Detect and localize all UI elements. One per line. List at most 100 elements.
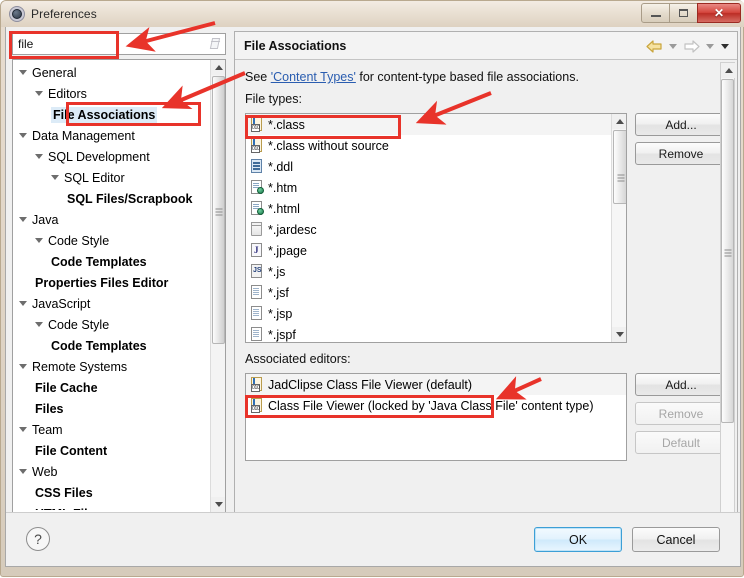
- associated-editor-row[interactable]: Class File Viewer (locked by 'Java Class…: [246, 395, 626, 416]
- class-file-icon: [250, 117, 264, 132]
- tree-item-code-templates[interactable]: Code Templates: [13, 335, 211, 356]
- preferences-tree[interactable]: General Editors File Associations Data Mana…: [13, 62, 211, 510]
- back-history-chevron-down-icon[interactable]: [666, 37, 679, 55]
- page-view-menu-chevron-down-icon[interactable]: [718, 37, 731, 55]
- tree-scroll-down-button[interactable]: [211, 497, 225, 512]
- tree-item-general[interactable]: General: [13, 62, 211, 83]
- file-type-row[interactable]: J *.jpage: [246, 240, 612, 261]
- cancel-button[interactable]: Cancel: [632, 527, 720, 552]
- file-types-list[interactable]: *.class *.class without source *.ddl *.htm *…: [246, 114, 612, 342]
- content-types-description: See 'Content Types' for content-type bas…: [245, 70, 579, 84]
- tree-expand-triangle-icon[interactable]: [19, 133, 27, 138]
- tree-item-label: JavaScript: [32, 296, 91, 311]
- page-content: See 'Content Types' for content-type bas…: [235, 60, 737, 532]
- tree-item-sql-editor[interactable]: SQL Editor: [13, 167, 211, 188]
- tree-scroll-up-button[interactable]: [211, 60, 225, 75]
- tree-item-file-cache[interactable]: File Cache: [13, 377, 211, 398]
- tree-item-label: SQL Editor: [64, 170, 125, 185]
- associated-editors-list[interactable]: JadClipse Class File Viewer (default) Cla…: [246, 374, 626, 416]
- associated-editor-row[interactable]: JadClipse Class File Viewer (default): [246, 374, 626, 395]
- tree-item-web[interactable]: Web: [13, 461, 211, 482]
- tree-item-file-content[interactable]: File Content: [13, 440, 211, 461]
- tree-item-remote-systems[interactable]: Remote Systems: [13, 356, 211, 377]
- close-button[interactable]: ✕: [697, 3, 741, 23]
- file-type-add-button[interactable]: Add...: [635, 113, 727, 136]
- tree-expand-triangle-icon[interactable]: [51, 175, 59, 180]
- tree-item-editors[interactable]: Editors: [13, 83, 211, 104]
- file-type-row[interactable]: JS *.js: [246, 261, 612, 282]
- back-arrow-icon[interactable]: [644, 37, 664, 55]
- associated-editor-label: Class File Viewer (locked by 'Java Class…: [268, 398, 594, 413]
- page-vertical-scrollbar[interactable]: [720, 62, 736, 530]
- tree-item-team[interactable]: Team: [13, 419, 211, 440]
- tree-expand-triangle-icon[interactable]: [35, 322, 43, 327]
- tree-item-file-associations[interactable]: File Associations: [13, 104, 211, 125]
- tree-item-label: Web: [32, 464, 58, 479]
- file-type-label: *.jspf: [268, 327, 296, 342]
- tree-vertical-scrollbar[interactable]: [210, 60, 225, 512]
- page-scroll-up-button[interactable]: [721, 63, 736, 78]
- tree-expand-triangle-icon[interactable]: [19, 364, 27, 369]
- tree-item-code-templates[interactable]: Code Templates: [13, 251, 211, 272]
- tree-item-label: File Content: [35, 443, 108, 458]
- tree-item-css-files[interactable]: CSS Files: [13, 482, 211, 503]
- search-input[interactable]: file: [13, 34, 205, 54]
- class-file-icon: [250, 138, 264, 153]
- tree-item-javascript[interactable]: JavaScript: [13, 293, 211, 314]
- tree-item-code-style[interactable]: Code Style: [13, 314, 211, 335]
- file-types-scroll-down-button[interactable]: [612, 327, 626, 342]
- tree-expand-triangle-icon[interactable]: [19, 427, 27, 432]
- file-type-label: *.jsp: [268, 306, 293, 321]
- tree-item-java[interactable]: Java: [13, 209, 211, 230]
- file-type-row[interactable]: *.class: [246, 114, 612, 135]
- content-types-link[interactable]: 'Content Types': [271, 70, 356, 84]
- tree-expand-triangle-icon[interactable]: [19, 217, 27, 222]
- editor-add-button[interactable]: Add...: [635, 373, 727, 396]
- tree-item-sql-files-scrapbook[interactable]: SQL Files/Scrapbook: [13, 188, 211, 209]
- tree-expand-triangle-icon[interactable]: [35, 91, 43, 96]
- minimize-button[interactable]: [641, 3, 670, 23]
- tree-item-data-management[interactable]: Data Management: [13, 125, 211, 146]
- file-type-row[interactable]: *.class without source: [246, 135, 612, 156]
- page-scroll-thumb[interactable]: [721, 79, 734, 423]
- clear-filter-icon[interactable]: [205, 34, 225, 54]
- file-type-row[interactable]: *.jardesc: [246, 219, 612, 240]
- file-types-scroll-up-button[interactable]: [612, 114, 626, 129]
- tree-item-code-style[interactable]: Code Style: [13, 230, 211, 251]
- file-type-row[interactable]: *.jsp: [246, 303, 612, 324]
- tree-item-label: Code Templates: [51, 254, 147, 269]
- tree-scroll-thumb[interactable]: [212, 76, 225, 344]
- file-type-row[interactable]: *.ddl: [246, 156, 612, 177]
- file-types-vertical-scrollbar[interactable]: [611, 114, 626, 342]
- tree-item-html-files[interactable]: HTML Files: [13, 503, 211, 511]
- file-type-row[interactable]: *.htm: [246, 177, 612, 198]
- associated-editors-listbox[interactable]: JadClipse Class File Viewer (default) Cla…: [245, 373, 627, 461]
- ok-button[interactable]: OK: [534, 527, 622, 552]
- maximize-button[interactable]: [669, 3, 698, 23]
- file-types-scroll-thumb[interactable]: [613, 130, 626, 204]
- file-types-listbox[interactable]: *.class *.class without source *.ddl *.htm *…: [245, 113, 627, 343]
- tree-expand-triangle-icon[interactable]: [19, 469, 27, 474]
- class-file-icon: [250, 377, 264, 392]
- preferences-tree-panel[interactable]: General Editors File Associations Data Mana…: [12, 59, 226, 529]
- tree-item-label: Data Management: [32, 128, 135, 143]
- file-type-remove-button[interactable]: Remove: [635, 142, 727, 165]
- preference-page-panel: File Associations See 'Content Types' fo…: [234, 31, 738, 544]
- tree-expand-triangle-icon[interactable]: [35, 238, 43, 243]
- tree-item-sql-development[interactable]: SQL Development: [13, 146, 211, 167]
- file-type-row[interactable]: *.jspf: [246, 324, 612, 342]
- editor-buttons: Add... Remove Default: [635, 373, 727, 460]
- file-type-label: *.js: [268, 264, 286, 279]
- tree-item-files[interactable]: Files: [13, 398, 211, 419]
- tree-expand-triangle-icon[interactable]: [19, 301, 27, 306]
- tree-item-properties-files-editor[interactable]: Properties Files Editor: [13, 272, 211, 293]
- forward-arrow-icon[interactable]: [681, 37, 701, 55]
- editor-remove-button: Remove: [635, 402, 727, 425]
- forward-history-chevron-down-icon[interactable]: [703, 37, 716, 55]
- help-question-icon[interactable]: ?: [26, 527, 50, 551]
- file-type-row[interactable]: *.jsf: [246, 282, 612, 303]
- filter-search-box[interactable]: file: [12, 33, 226, 55]
- file-type-row[interactable]: *.html: [246, 198, 612, 219]
- tree-expand-triangle-icon[interactable]: [19, 70, 27, 75]
- tree-expand-triangle-icon[interactable]: [35, 154, 43, 159]
